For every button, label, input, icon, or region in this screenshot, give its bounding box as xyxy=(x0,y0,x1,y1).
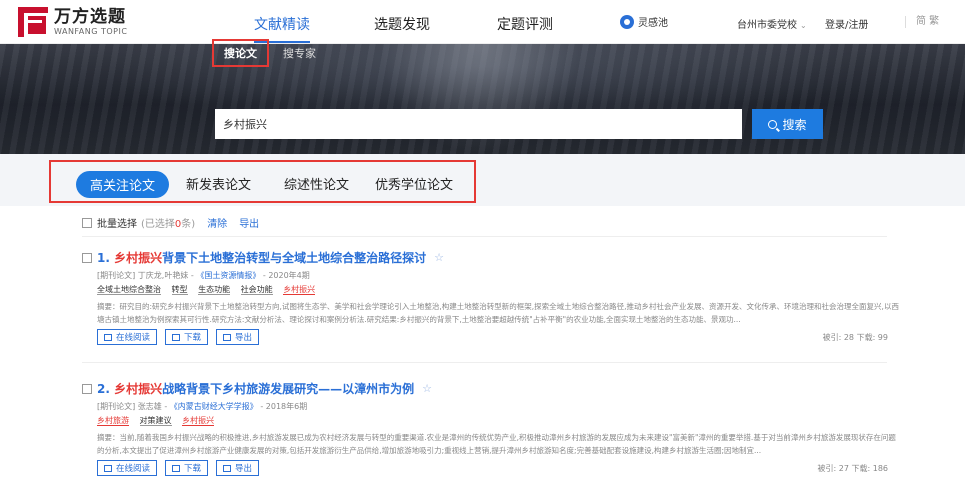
language-switch[interactable]: 简 繁 xyxy=(905,16,939,28)
download-icon xyxy=(172,333,181,341)
brand-name-en: WANFANG TOPIC xyxy=(54,26,128,36)
result-checkbox[interactable] xyxy=(82,383,92,394)
chevron-down-icon: ⌄ xyxy=(800,21,807,30)
inspiration-pool-link[interactable]: 灵感池 xyxy=(620,14,668,29)
result-meta: [期刊论文] 丁庆龙,叶艳妹 - 《国土资源情报》 - 2020年4期 xyxy=(97,271,310,280)
result-item: 1. 乡村振兴背景下土地整治转型与全域土地综合整治路径探讨 ☆ [期刊论文] 丁… xyxy=(82,249,902,345)
tab-review-papers[interactable]: 综述性论文 xyxy=(284,174,349,193)
keyword-link[interactable]: 乡村振兴 xyxy=(182,416,215,426)
result-meta: [期刊论文] 张志雄 - 《内蒙古财经大学学报》 - 2018年6期 xyxy=(97,402,308,411)
nav-topic-discovery[interactable]: 选题发现 xyxy=(374,14,430,34)
result-checkbox[interactable] xyxy=(82,252,92,263)
result-source-link[interactable]: 《内蒙古财经大学学报》 xyxy=(170,402,258,411)
result-stats: 被引: 27 下载: 186 xyxy=(817,463,888,473)
select-all-checkbox[interactable] xyxy=(82,217,92,228)
tab-new-papers[interactable]: 新发表论文 xyxy=(186,174,251,193)
result-authors: 张志雄 xyxy=(137,402,162,411)
download-button[interactable]: 下载 xyxy=(165,329,209,345)
brand-name: 万方选题 xyxy=(54,6,126,27)
keyword-link[interactable]: 转型 xyxy=(171,285,188,295)
read-online-button[interactable]: 在线阅读 xyxy=(97,329,158,345)
organization-dropdown[interactable]: 台州市委党校 ⌄ xyxy=(737,16,807,31)
favorite-star-icon[interactable]: ☆ xyxy=(422,382,432,395)
download-button[interactable]: 下载 xyxy=(165,460,209,476)
keyword-link[interactable]: 对策建议 xyxy=(139,416,172,426)
keyword-link[interactable]: 乡村旅游 xyxy=(97,416,129,426)
result-source-link[interactable]: 《国土资源情报》 xyxy=(196,271,260,280)
clear-selection-link[interactable]: 清除 xyxy=(207,215,227,230)
result-abstract: 摘要：当前,随着我国乡村振兴战略的积极推进,乡村旅游发展已成为农村经济发展与转型… xyxy=(97,433,896,455)
bulk-export-link[interactable]: 导出 xyxy=(239,215,259,230)
favorite-star-icon[interactable]: ☆ xyxy=(434,251,444,264)
nav-literature-reading[interactable]: 文献精读 xyxy=(254,14,310,43)
book-icon xyxy=(104,464,112,472)
result-title-link[interactable]: 2. 乡村振兴战略背景下乡村旅游发展研究——以漳州市为例 xyxy=(97,380,414,397)
read-online-button[interactable]: 在线阅读 xyxy=(97,460,158,476)
login-register-link[interactable]: 登录/注册 xyxy=(825,16,868,31)
search-icon xyxy=(768,119,778,129)
keyword-link[interactable]: 乡村振兴 xyxy=(283,285,316,295)
wanfang-logo-icon xyxy=(18,7,49,37)
download-icon xyxy=(172,464,181,472)
keyword-link[interactable]: 社会功能 xyxy=(240,285,273,295)
keyword-link[interactable]: 生态功能 xyxy=(198,285,231,295)
top-navigation-bar: 万方选题 WANFANG TOPIC 文献精读 选题发现 定题评测 灵感池 台州… xyxy=(0,0,965,44)
result-title-link[interactable]: 1. 乡村振兴背景下土地整治转型与全域土地综合整治路径探讨 xyxy=(97,249,426,266)
brand-logo[interactable]: 万方选题 WANFANG TOPIC xyxy=(18,7,127,37)
result-keywords: 乡村旅游 对策建议 乡村振兴 xyxy=(97,415,902,426)
result-stats: 被引: 28 下载: 99 xyxy=(822,332,888,342)
result-authors: 丁庆龙,叶艳妹 xyxy=(137,271,189,280)
export-icon xyxy=(223,333,232,341)
search-button[interactable]: 搜索 xyxy=(752,109,823,139)
result-abstract: 摘要：研究目的:研究乡村振兴背景下土地整治转型方向,试图将生态学、美学和社会学理… xyxy=(97,302,899,324)
search-input[interactable] xyxy=(215,109,742,139)
tab-search-papers[interactable]: 搜论文 xyxy=(212,39,269,67)
tab-excellent-theses[interactable]: 优秀学位论文 xyxy=(375,174,453,193)
inspiration-icon xyxy=(620,14,634,29)
book-icon xyxy=(104,333,112,341)
export-icon xyxy=(223,464,232,472)
export-button[interactable]: 导出 xyxy=(216,460,260,476)
export-button[interactable]: 导出 xyxy=(216,329,260,345)
keyword-link[interactable]: 全域土地综合整治 xyxy=(97,285,161,295)
tab-high-attention-papers[interactable]: 高关注论文 xyxy=(76,171,170,198)
result-item: 2. 乡村振兴战略背景下乡村旅游发展研究——以漳州市为例 ☆ [期刊论文] 张志… xyxy=(82,380,902,476)
nav-topic-evaluation[interactable]: 定题评测 xyxy=(497,14,553,34)
tab-search-experts[interactable]: 搜专家 xyxy=(283,45,316,61)
result-keywords: 全域土地综合整治 转型 生态功能 社会功能 乡村振兴 xyxy=(97,284,902,295)
bulk-select-bar: 批量选择 (已选择0条) 清除 导出 xyxy=(82,215,259,230)
